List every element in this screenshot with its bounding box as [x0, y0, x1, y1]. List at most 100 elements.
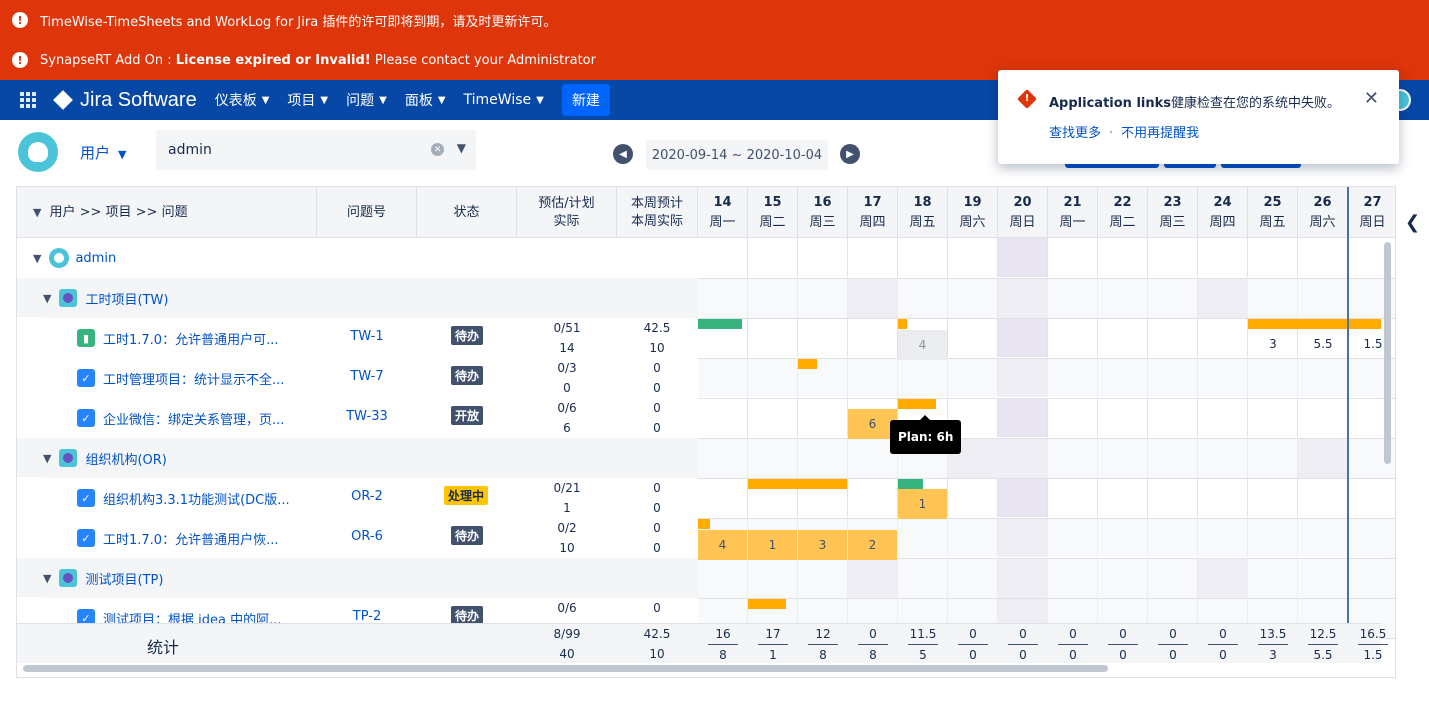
- nav-dashboards[interactable]: 仪表板 ▼: [215, 90, 270, 110]
- tree-column-header[interactable]: ▼ 用户 >> 项目 >> 问题: [17, 187, 317, 238]
- nav-timewise[interactable]: TimeWise ▼: [464, 92, 544, 108]
- task-checkbox-icon: ✓: [77, 369, 95, 387]
- day-column-header: 25 周五: [1248, 187, 1298, 238]
- chevron-down-icon: ▼: [261, 94, 270, 106]
- chevron-down-icon[interactable]: ▼: [43, 572, 51, 585]
- status-badge: 处理中: [444, 486, 489, 505]
- project-icon: [59, 289, 78, 307]
- footer-day-total: 13.5 3: [1248, 624, 1298, 665]
- day-column-header: 23 周三: [1148, 187, 1198, 238]
- weekday-label: 周五: [909, 214, 936, 230]
- table-header: ▼ 用户 >> 项目 >> 问题 问题号 状态 预估/计划 实际 本周预计 本周实际 …: [17, 187, 1395, 238]
- weekday-label: 周三: [1159, 214, 1186, 230]
- banner-text: TimeWise-TimeSheets and WorkLog for Jira…: [40, 14, 557, 30]
- footer-day-total: 00: [1048, 624, 1098, 665]
- issue-title[interactable]: 工时1.7.0：允许普通用户恢...: [103, 529, 278, 548]
- weekday-label: 周二: [759, 214, 786, 230]
- issue-key[interactable]: OR-2: [317, 489, 417, 504]
- issue-title[interactable]: 企业微信：绑定关系管理，页...: [103, 409, 284, 428]
- footer-day-total: 12 8: [798, 624, 848, 665]
- day-number: 21: [1063, 194, 1082, 210]
- issue-title[interactable]: 工时1.7.0：允许普通用户可...: [103, 329, 278, 348]
- collapse-panel-icon[interactable]: ❮: [1405, 212, 1420, 233]
- issue-estimate: 0/21 1: [553, 481, 581, 515]
- project-row: ▼ 组织机构(OR): [17, 438, 698, 478]
- key-column-header[interactable]: 问题号: [317, 187, 417, 238]
- user-search-input[interactable]: admin ✕ ▼: [156, 130, 476, 170]
- clear-icon[interactable]: ✕: [431, 143, 444, 156]
- nav-boards[interactable]: 面板 ▼: [405, 90, 446, 110]
- plan-bar[interactable]: [798, 359, 817, 369]
- day-column-header: 18 周五: [898, 187, 948, 238]
- user-avatar: [18, 132, 58, 172]
- worklog-bar[interactable]: [698, 319, 742, 329]
- issue-key[interactable]: TW-7: [317, 369, 417, 384]
- week-column-header[interactable]: 本周预计 本周实际: [617, 187, 698, 238]
- project-name[interactable]: 测试项目(TP): [85, 569, 163, 588]
- plan-bar[interactable]: [748, 599, 786, 609]
- plan-bar[interactable]: [748, 479, 847, 489]
- weekday-label: 周五: [1259, 214, 1286, 230]
- next-period-button[interactable]: ▶: [840, 144, 860, 164]
- banner-bold: License expired or Invalid!: [175, 52, 371, 68]
- plan-bar[interactable]: [1248, 319, 1381, 329]
- footer-day-total: 00: [1198, 624, 1248, 665]
- date-range-picker[interactable]: 2020-09-14 ~ 2020-10-04: [646, 140, 828, 170]
- user-type-select[interactable]: 用户 ▼: [80, 142, 126, 163]
- chevron-down-icon: ▼: [437, 94, 446, 106]
- issue-key[interactable]: OR-6: [317, 529, 417, 544]
- chevron-down-icon[interactable]: ▼: [457, 141, 466, 155]
- issue-week-values: 00: [653, 361, 661, 395]
- status-column-header[interactable]: 状态: [417, 187, 517, 238]
- issue-key[interactable]: TP-2: [317, 609, 417, 624]
- current-day-marker: [1347, 187, 1349, 623]
- issue-key[interactable]: TW-1: [317, 329, 417, 344]
- issue-title[interactable]: 工时管理项目：统计显示不全...: [103, 369, 284, 388]
- prev-period-button[interactable]: ◀: [613, 144, 633, 164]
- footer-day-total: 17 1: [748, 624, 798, 665]
- warning-icon: !: [12, 52, 28, 68]
- estimate-column-header[interactable]: 预估/计划 实际: [517, 187, 617, 238]
- chevron-down-icon[interactable]: ▼: [43, 452, 51, 465]
- chevron-down-icon: ▼: [379, 94, 387, 106]
- plan-bar[interactable]: [898, 399, 936, 409]
- plan-tooltip: Plan: 6h: [890, 415, 962, 454]
- vertical-scrollbar[interactable]: [1384, 242, 1391, 464]
- day-column-header: 22 周二: [1098, 187, 1148, 238]
- weekday-label: 周日: [1359, 214, 1386, 230]
- weekday-label: 周一: [709, 214, 736, 230]
- day-number: 16: [813, 194, 832, 210]
- jira-diamond-icon: [53, 90, 73, 110]
- day-column-header: 15 周二: [748, 187, 798, 238]
- cell-value: 2: [848, 530, 897, 560]
- chevron-down-icon[interactable]: ▼: [33, 252, 41, 265]
- create-button[interactable]: 新建: [561, 84, 610, 116]
- day-column-header: 26 周六: [1298, 187, 1348, 238]
- chevron-down-icon[interactable]: ▼: [43, 292, 51, 305]
- project-name[interactable]: 工时项目(TW): [85, 289, 168, 308]
- banner-suffix: Please contact your Administrator: [370, 52, 596, 68]
- jira-logo[interactable]: Jira Software: [53, 89, 197, 112]
- nav-projects[interactable]: 项目 ▼: [287, 90, 328, 110]
- worklog-bar[interactable]: [898, 479, 923, 489]
- banner-prefix: SynapseRT Add On :: [40, 52, 176, 68]
- nav-issues[interactable]: 问题 ▼: [346, 90, 387, 110]
- plan-bar[interactable]: [698, 519, 710, 529]
- learn-more-link[interactable]: 查找更多: [1049, 126, 1101, 141]
- horizontal-scrollbar[interactable]: [23, 665, 1108, 672]
- issue-title[interactable]: 组织机构3.3.1功能测试(DC版...: [103, 489, 290, 508]
- chevron-down-icon: ▼: [33, 205, 42, 219]
- task-checkbox-icon: ✓: [77, 409, 95, 427]
- weekday-label: 周四: [1209, 214, 1236, 230]
- project-name[interactable]: 组织机构(OR): [85, 449, 166, 468]
- close-icon[interactable]: ✕: [1364, 88, 1379, 109]
- issue-key[interactable]: TW-33: [317, 409, 417, 424]
- day-column-header: 14 周一: [698, 187, 748, 238]
- dont-remind-link[interactable]: 不用再提醒我: [1121, 126, 1199, 141]
- cell-value: 3: [798, 530, 847, 560]
- app-switcher-icon[interactable]: [20, 92, 36, 108]
- plan-bar[interactable]: [898, 319, 907, 329]
- day-column-header: 24 周四: [1198, 187, 1248, 238]
- grid-line: [698, 278, 1395, 279]
- user-name[interactable]: admin: [75, 251, 116, 266]
